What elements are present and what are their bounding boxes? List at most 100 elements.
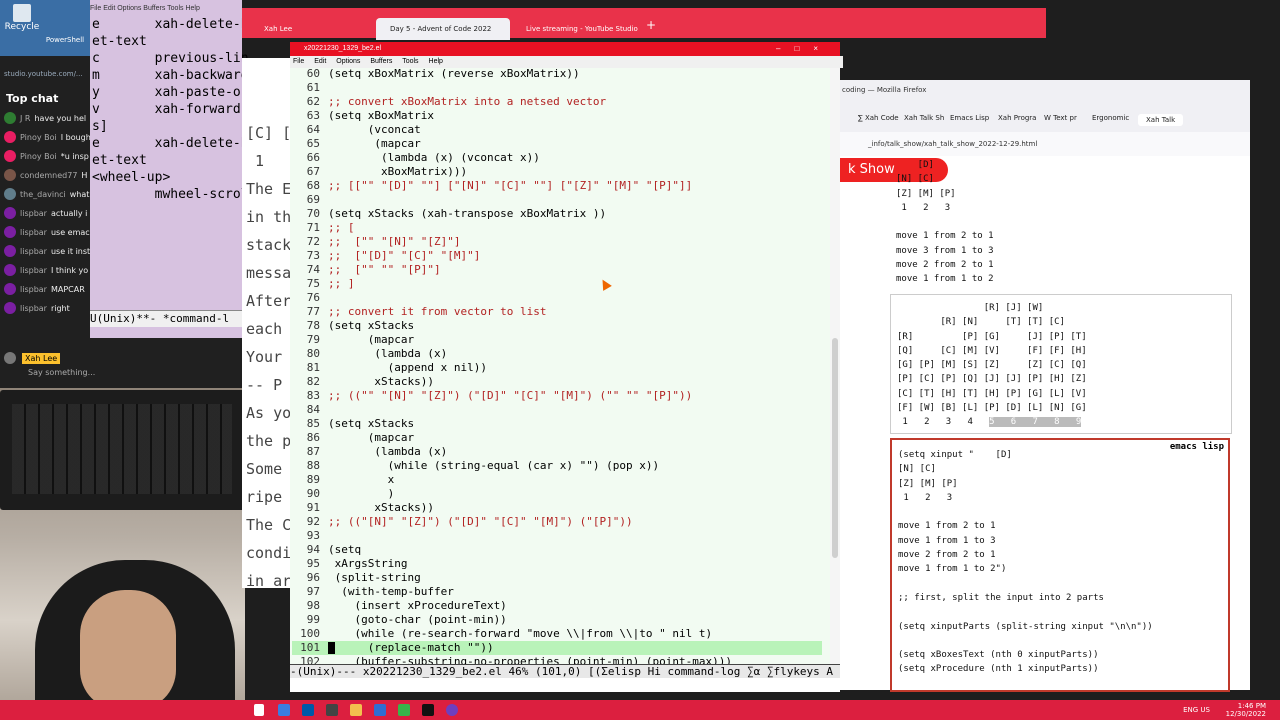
right-browser-urlbar[interactable]: _info/talk_show/xah_talk_show_2022-12-29… xyxy=(838,132,1250,156)
minimize-icon[interactable]: – xyxy=(776,44,794,53)
clock-date: 12/30/2022 xyxy=(1225,710,1266,718)
chat-user[interactable]: lispbar xyxy=(20,228,47,237)
code-line[interactable]: 83 ;; (("" "[N]" "[Z]") ("[D]" "[C]" "[M]… xyxy=(292,389,822,403)
code-line[interactable]: 76 xyxy=(292,291,822,305)
app-icon[interactable] xyxy=(326,704,338,716)
tab-xah-lee[interactable]: Xah Lee xyxy=(250,18,384,40)
scrollbar[interactable] xyxy=(830,68,840,674)
app3-icon[interactable] xyxy=(398,704,410,716)
right-url[interactable]: _info/talk_show/xah_talk_show_2022-12-29… xyxy=(868,140,1037,148)
code-line[interactable]: 65 (mapcar xyxy=(292,137,822,151)
menu-tools[interactable]: Tools xyxy=(402,58,418,65)
code-line[interactable]: 67 xBoxMatrix))) xyxy=(292,165,822,179)
code-line[interactable]: 68 ;; [["" "[D]" ""] ["[N]" "[C]" ""] ["[… xyxy=(292,179,822,193)
code-line[interactable]: 93 xyxy=(292,529,822,543)
code-line[interactable]: 72 ;; ["" "[N]" "[Z]"] xyxy=(292,235,822,249)
browser-icon[interactable] xyxy=(278,704,290,716)
code-line[interactable]: 73 ;; ["[D]" "[C]" "[M]"] xyxy=(292,249,822,263)
code-line[interactable]: 62 ;; convert xBoxMatrix into a netsed ve… xyxy=(292,95,822,109)
code-line[interactable]: 74 ;; ["" "" "[P]"] xyxy=(292,263,822,277)
code-line[interactable]: 99 (goto-char (point-min)) xyxy=(292,613,822,627)
code-line[interactable]: 60 (setq xBoxMatrix (reverse xBoxMatrix)) xyxy=(292,67,822,81)
code-line[interactable]: 86 (mapcar xyxy=(292,431,822,445)
close-icon[interactable]: × xyxy=(813,44,832,53)
folder-icon[interactable] xyxy=(350,704,362,716)
menu-file[interactable]: File xyxy=(293,58,304,65)
code-line[interactable]: 96 (split-string xyxy=(292,571,822,585)
code-text: (lambda (x) xyxy=(328,445,448,458)
code-line[interactable]: 84 xyxy=(292,403,822,417)
powershell-icon[interactable]: PowerShell xyxy=(40,36,90,44)
code-line[interactable]: 81 (append x nil)) xyxy=(292,361,822,375)
maximize-icon[interactable]: □ xyxy=(794,44,813,53)
code-line[interactable]: 64 (vconcat xyxy=(292,123,822,137)
code-line[interactable]: 80 (lambda (x) xyxy=(292,347,822,361)
chat-user[interactable]: lispbar xyxy=(20,285,47,294)
code-line[interactable]: 79 (mapcar xyxy=(292,333,822,347)
lang-indicator[interactable]: ENG US xyxy=(1183,706,1210,714)
menu-help[interactable]: Help xyxy=(429,58,443,65)
menu-options[interactable]: Options xyxy=(336,58,360,65)
new-tab-icon[interactable]: + xyxy=(646,18,656,32)
chat-user[interactable]: lispbar xyxy=(20,304,47,313)
code-buffer[interactable]: 60 (setq xBoxMatrix (reverse xBoxMatrix))… xyxy=(292,67,822,665)
recycle-bin-icon[interactable]: Recycle xyxy=(2,4,42,32)
code-line[interactable]: 101 (replace-match "")) xyxy=(292,641,822,655)
minibuffer[interactable] xyxy=(290,678,840,692)
menu-edit[interactable]: Edit xyxy=(314,58,326,65)
code-line[interactable]: 91 xStacks)) xyxy=(292,501,822,515)
code-line[interactable]: 66 (lambda (x) (vconcat x)) xyxy=(292,151,822,165)
emacs-small-menu[interactable]: File Edit Options Buffers Tools Help xyxy=(90,5,200,12)
code-line[interactable]: 98 (insert xProcedureText) xyxy=(292,599,822,613)
code-line[interactable]: 85 (setq xStacks xyxy=(292,417,822,431)
code-line[interactable]: 77 ;; convert it from vector to list xyxy=(292,305,822,319)
chat-user[interactable]: the_davinci xyxy=(20,190,66,199)
code-line[interactable]: 70 (setq xStacks (xah-transpose xBoxMatri… xyxy=(292,207,822,221)
avatar xyxy=(4,283,16,295)
code-line[interactable]: 71 ;; [ xyxy=(292,221,822,235)
emacs-icon[interactable] xyxy=(446,704,458,716)
tab-emacs-lisp[interactable]: Emacs Lisp xyxy=(950,114,989,122)
tab-ergonomic[interactable]: Ergonomic xyxy=(1092,114,1129,122)
code-line[interactable]: 95 xArgsString xyxy=(292,557,822,571)
tab-xah-talk-show[interactable]: Xah Talk Sh xyxy=(904,114,944,122)
tab-youtube-studio[interactable]: Live streaming - YouTube Studio xyxy=(512,18,656,40)
code-line[interactable]: 78 (setq xStacks xyxy=(292,319,822,333)
obs-icon[interactable] xyxy=(422,704,434,716)
chat-input[interactable]: Say something... xyxy=(28,368,95,377)
tab-xah-programming[interactable]: Xah Progra xyxy=(998,114,1036,122)
code-line[interactable]: 88 (while (string-equal (car x) "") (pop… xyxy=(292,459,822,473)
code-line[interactable]: 90 ) xyxy=(292,487,822,501)
chat-user[interactable]: lispbar xyxy=(20,247,47,256)
chat-user[interactable]: Pinoy Boi xyxy=(20,152,57,161)
code-line[interactable]: 75 ;; ] xyxy=(292,277,822,291)
code-line[interactable]: 82 xStacks)) xyxy=(292,375,822,389)
tab-xah-code[interactable]: ∑ Xah Code xyxy=(858,114,899,122)
code-line[interactable]: 97 (with-temp-buffer xyxy=(292,585,822,599)
code-line[interactable]: 89 x xyxy=(292,473,822,487)
app2-icon[interactable] xyxy=(374,704,386,716)
code-line[interactable]: 92 ;; (("[N]" "[Z]") ("[D]" "[C]" "[M]") … xyxy=(292,515,822,529)
tab-xah-talk-active[interactable]: Xah Talk xyxy=(1138,114,1184,126)
terminal-icon[interactable] xyxy=(302,704,314,716)
code-line[interactable]: 94 (setq xyxy=(292,543,822,557)
chat-user[interactable]: Pinoy Boi xyxy=(20,133,57,142)
tab-advent-of-code[interactable]: Day 5 - Advent of Code 2022 xyxy=(376,18,510,40)
clock[interactable]: 1:46 PM 12/30/2022 xyxy=(1226,702,1266,718)
menu-buffers[interactable]: Buffers xyxy=(370,58,392,65)
code-line[interactable]: 69 xyxy=(292,193,822,207)
chat-user[interactable]: lispbar xyxy=(20,209,47,218)
code-lang-label: emacs lisp xyxy=(1169,442,1224,452)
code-line[interactable]: 61 xyxy=(292,81,822,95)
chat-user[interactable]: J R xyxy=(20,114,30,123)
code-line[interactable]: 100 (while (re-search-forward "move \\|f… xyxy=(292,627,822,641)
chat-user[interactable]: condemned77 xyxy=(20,171,77,180)
chat-user[interactable]: lispbar xyxy=(20,266,47,275)
scrollbar-thumb[interactable] xyxy=(832,338,838,558)
chat-header[interactable]: Top chat xyxy=(6,92,58,105)
avatar xyxy=(4,352,16,364)
code-line[interactable]: 63 (setq xBoxMatrix xyxy=(292,109,822,123)
tab-text-processing[interactable]: W Text pr xyxy=(1044,114,1077,122)
code-line[interactable]: 87 (lambda (x) xyxy=(292,445,822,459)
start-icon[interactable] xyxy=(254,704,264,716)
